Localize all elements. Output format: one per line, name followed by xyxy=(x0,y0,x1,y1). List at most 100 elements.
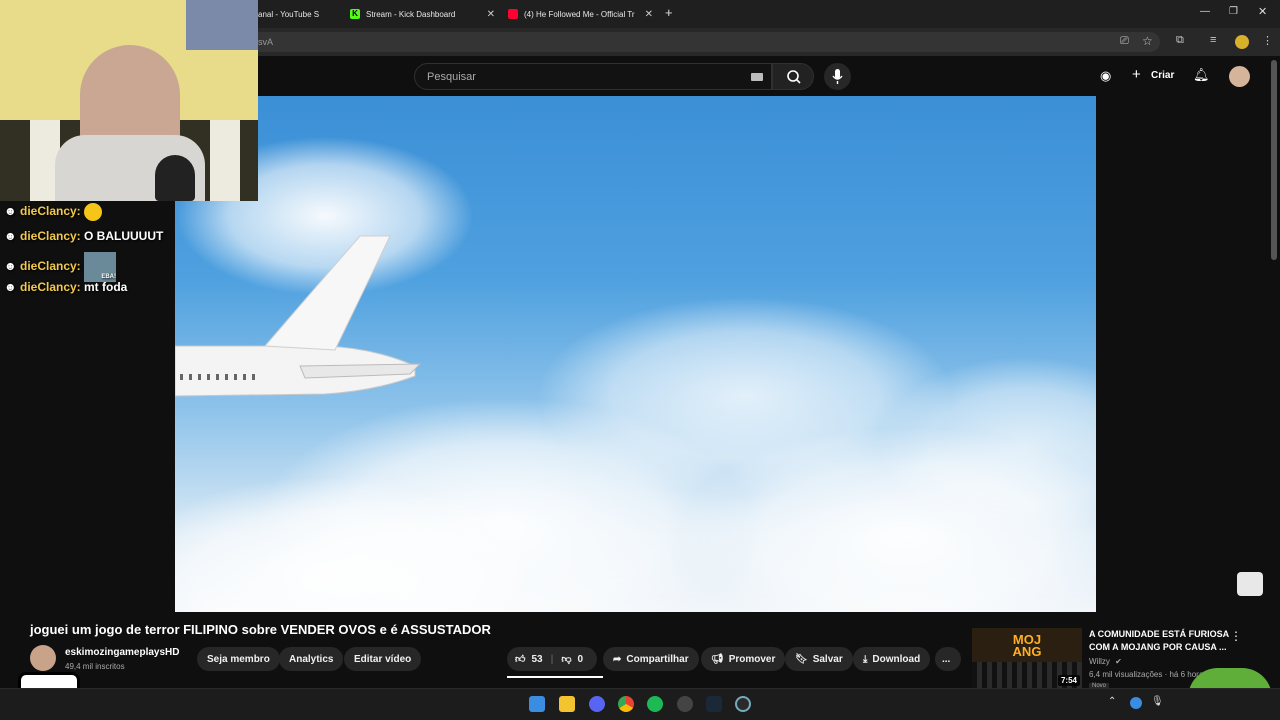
video-title: joguei um jogo de terror FILIPINO sobre … xyxy=(30,622,491,637)
spotify-icon[interactable] xyxy=(647,696,663,712)
obs-icon[interactable] xyxy=(677,696,693,712)
trollface-emote-image xyxy=(1237,572,1263,596)
user-badge-icon: ☻ xyxy=(4,229,17,243)
minimize-icon[interactable]: — xyxy=(1200,6,1210,17)
like-dislike-group: 👍︎ 53 | 👎︎ 0 xyxy=(507,647,597,671)
page-scrollbar[interactable] xyxy=(1271,60,1277,260)
analytics-button[interactable]: Analytics xyxy=(279,647,344,671)
divider: | xyxy=(550,653,554,665)
share-button[interactable]: ➦ Compartilhar xyxy=(603,647,699,671)
recommended-title[interactable]: A COMUNIDADE ESTÁ FURIOSA COM A MOJANG P… xyxy=(1089,628,1229,654)
like-ratio-bar xyxy=(507,676,603,678)
search-input[interactable]: Pesquisar xyxy=(414,63,772,90)
download-icon: ⤓ xyxy=(863,653,868,665)
chat-text: mt foda xyxy=(84,280,128,294)
channel-avatar[interactable] xyxy=(30,645,56,671)
chat-text: O BALUUUUT xyxy=(84,229,164,243)
save-button[interactable]: 🔖︎ Salvar xyxy=(785,647,853,671)
youtube-icon xyxy=(508,9,518,19)
tab-kick-dashboard[interactable]: K Stream - Kick Dashboard ✕ xyxy=(350,4,495,24)
browser-menu-icon[interactable]: ⋮ xyxy=(1262,34,1273,47)
recommended-thumbnail[interactable]: MOJ ANG 7:54 xyxy=(972,628,1082,688)
chat-username: dieClancy: xyxy=(19,280,81,294)
tab-youtube-studio[interactable]: anal - YouTube S xyxy=(258,4,340,24)
user-badge-icon: ☻ xyxy=(4,259,17,274)
edit-video-button[interactable]: Editar vídeo xyxy=(344,647,422,671)
microphone-icon xyxy=(832,69,843,84)
url-text: svA xyxy=(258,37,274,47)
kick-icon: K xyxy=(350,9,360,19)
download-button[interactable]: ⤓ Download xyxy=(853,647,931,671)
chat-message: ☻ dieClancy: xyxy=(4,203,103,221)
media-icon[interactable]: ≡ xyxy=(1210,34,1216,46)
extensions-icon[interactable]: ⧉ xyxy=(1176,34,1184,47)
sidebar-panel xyxy=(1096,96,1270,612)
mic-tray-icon[interactable]: 🎙︎ xyxy=(1151,696,1164,707)
search-icon xyxy=(787,70,801,84)
create-button[interactable]: Criar xyxy=(1151,70,1174,81)
search-button[interactable] xyxy=(772,63,814,90)
chat-username: dieClancy: xyxy=(19,259,81,274)
profile-avatar[interactable] xyxy=(1235,35,1249,49)
channel-name[interactable]: eskimozingameplaysHD xyxy=(65,647,180,658)
microphone-image xyxy=(155,155,195,201)
bookmark-icon: 🔖︎ xyxy=(795,653,808,665)
notifications-bell-icon[interactable]: 🔔︎ xyxy=(1193,67,1210,83)
recommended-channel[interactable]: Willzy ✔ xyxy=(1089,657,1122,666)
new-tab-button[interactable]: + xyxy=(665,5,673,20)
close-window-icon[interactable]: ✕ xyxy=(1258,5,1267,18)
bookmark-star-icon[interactable]: ☆ xyxy=(1142,34,1153,48)
subscriber-count: 49,4 mil inscritos xyxy=(65,662,125,671)
promote-button[interactable]: 📢︎ Promover xyxy=(701,647,786,671)
share-arrow-icon: ➦ xyxy=(613,653,622,665)
promote-label: Promover xyxy=(728,653,776,665)
voice-search-button[interactable] xyxy=(824,63,851,90)
file-explorer-icon[interactable] xyxy=(559,696,575,712)
eye-icon[interactable]: ◉ xyxy=(1100,68,1111,84)
dislike-count[interactable]: 0 xyxy=(578,654,584,665)
thumbs-down-icon[interactable]: 👎︎ xyxy=(561,653,571,665)
discord-icon[interactable] xyxy=(589,696,605,712)
video-player[interactable] xyxy=(175,96,1096,612)
url-input[interactable]: svA xyxy=(200,32,1160,52)
chat-username: dieClancy: xyxy=(19,204,81,219)
tab-label: (4) He Followed Me - Official Tr xyxy=(524,9,635,19)
tab-youtube-video[interactable]: (4) He Followed Me - Official Tr ✕ xyxy=(508,4,653,24)
more-actions-button[interactable]: ... xyxy=(935,647,961,671)
megaphone-icon: 📢︎ xyxy=(711,653,724,665)
verified-check-icon: ✔ xyxy=(1115,657,1122,666)
thumbnail-text: MOJ ANG xyxy=(1012,632,1042,659)
plus-icon: + xyxy=(1132,66,1141,83)
tray-chevron-icon[interactable]: ⌃ xyxy=(1108,696,1116,707)
close-tab-icon[interactable]: ✕ xyxy=(645,9,653,20)
tab-label: Stream - Kick Dashboard xyxy=(366,9,456,19)
like-count[interactable]: 53 xyxy=(531,654,542,665)
user-badge-icon: ☻ xyxy=(4,280,17,294)
airplane-image xyxy=(175,235,422,397)
join-button[interactable]: Seja membro xyxy=(197,647,280,671)
cast-icon[interactable]: ⎚ xyxy=(1120,35,1129,48)
chrome-icon[interactable] xyxy=(618,696,634,712)
save-label: Salvar xyxy=(812,653,843,665)
account-avatar[interactable] xyxy=(1229,66,1250,87)
recommended-menu-icon[interactable]: ⋮ xyxy=(1230,629,1242,643)
secondary-webcam xyxy=(186,0,258,50)
keyboard-icon[interactable] xyxy=(751,73,763,81)
banana-emote-icon xyxy=(84,203,103,221)
recommended-meta: 6,4 mil visualizações · há 6 horas xyxy=(1089,670,1208,679)
app-icon[interactable] xyxy=(735,696,751,712)
video-duration: 7:54 xyxy=(1057,675,1080,686)
recommended-channel-name: Willzy xyxy=(1089,657,1110,666)
eba-emote-image: EBA! xyxy=(84,252,117,282)
chat-message: ☻ dieClancy: mt foda xyxy=(4,280,127,294)
stream-chat-overlay: ☻ dieClancy: ☻ dieClancy: O BALUUUUT ☻ d… xyxy=(0,201,175,301)
steam-icon[interactable] xyxy=(706,696,722,712)
close-tab-icon[interactable]: ✕ xyxy=(487,9,495,20)
windows-taskbar xyxy=(0,688,1280,720)
windows-start-icon[interactable] xyxy=(529,696,545,712)
thumbs-up-icon[interactable]: 👍︎ xyxy=(515,653,525,665)
restore-icon[interactable]: ❐ xyxy=(1229,6,1238,17)
chat-username: dieClancy: xyxy=(19,229,81,243)
onedrive-icon[interactable] xyxy=(1130,697,1142,709)
user-badge-icon: ☻ xyxy=(4,204,17,219)
